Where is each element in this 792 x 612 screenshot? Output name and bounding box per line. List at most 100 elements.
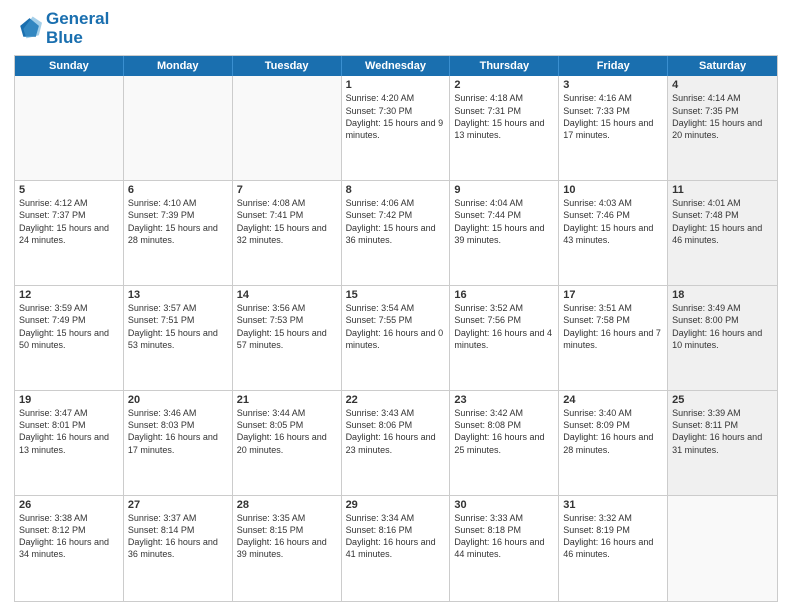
cell-info: Sunrise: 4:06 AM Sunset: 7:42 PM Dayligh… — [346, 197, 446, 246]
cell-info: Sunrise: 3:33 AM Sunset: 8:18 PM Dayligh… — [454, 512, 554, 561]
calendar-cell: 5Sunrise: 4:12 AM Sunset: 7:37 PM Daylig… — [15, 181, 124, 285]
calendar-cell: 12Sunrise: 3:59 AM Sunset: 7:49 PM Dayli… — [15, 286, 124, 390]
cell-info: Sunrise: 4:04 AM Sunset: 7:44 PM Dayligh… — [454, 197, 554, 246]
day-number: 4 — [672, 79, 773, 91]
cell-info: Sunrise: 4:10 AM Sunset: 7:39 PM Dayligh… — [128, 197, 228, 246]
cell-info: Sunrise: 3:44 AM Sunset: 8:05 PM Dayligh… — [237, 407, 337, 456]
cell-info: Sunrise: 3:51 AM Sunset: 7:58 PM Dayligh… — [563, 302, 663, 351]
day-number: 7 — [237, 184, 337, 196]
day-number: 2 — [454, 79, 554, 91]
cell-info: Sunrise: 3:57 AM Sunset: 7:51 PM Dayligh… — [128, 302, 228, 351]
calendar-cell: 7Sunrise: 4:08 AM Sunset: 7:41 PM Daylig… — [233, 181, 342, 285]
calendar-cell: 30Sunrise: 3:33 AM Sunset: 8:18 PM Dayli… — [450, 496, 559, 601]
calendar-week: 19Sunrise: 3:47 AM Sunset: 8:01 PM Dayli… — [15, 391, 777, 496]
calendar-cell: 24Sunrise: 3:40 AM Sunset: 8:09 PM Dayli… — [559, 391, 668, 495]
calendar-cell — [233, 76, 342, 180]
cell-info: Sunrise: 4:16 AM Sunset: 7:33 PM Dayligh… — [563, 92, 663, 141]
calendar-cell: 25Sunrise: 3:39 AM Sunset: 8:11 PM Dayli… — [668, 391, 777, 495]
cell-info: Sunrise: 3:59 AM Sunset: 7:49 PM Dayligh… — [19, 302, 119, 351]
logo-icon — [14, 15, 42, 43]
calendar-cell — [668, 496, 777, 601]
calendar-cell: 26Sunrise: 3:38 AM Sunset: 8:12 PM Dayli… — [15, 496, 124, 601]
calendar-cell: 19Sunrise: 3:47 AM Sunset: 8:01 PM Dayli… — [15, 391, 124, 495]
calendar-cell: 6Sunrise: 4:10 AM Sunset: 7:39 PM Daylig… — [124, 181, 233, 285]
day-number: 25 — [672, 394, 773, 406]
day-number: 18 — [672, 289, 773, 301]
day-number: 19 — [19, 394, 119, 406]
calendar-cell: 20Sunrise: 3:46 AM Sunset: 8:03 PM Dayli… — [124, 391, 233, 495]
day-number: 10 — [563, 184, 663, 196]
day-number: 30 — [454, 499, 554, 511]
day-number: 16 — [454, 289, 554, 301]
day-number: 27 — [128, 499, 228, 511]
cell-info: Sunrise: 3:34 AM Sunset: 8:16 PM Dayligh… — [346, 512, 446, 561]
day-number: 12 — [19, 289, 119, 301]
calendar-cell: 22Sunrise: 3:43 AM Sunset: 8:06 PM Dayli… — [342, 391, 451, 495]
calendar-cell: 3Sunrise: 4:16 AM Sunset: 7:33 PM Daylig… — [559, 76, 668, 180]
calendar-week: 5Sunrise: 4:12 AM Sunset: 7:37 PM Daylig… — [15, 181, 777, 286]
day-number: 14 — [237, 289, 337, 301]
weekday-header: Wednesday — [342, 56, 451, 76]
calendar-cell: 23Sunrise: 3:42 AM Sunset: 8:08 PM Dayli… — [450, 391, 559, 495]
cell-info: Sunrise: 3:35 AM Sunset: 8:15 PM Dayligh… — [237, 512, 337, 561]
day-number: 8 — [346, 184, 446, 196]
calendar-cell: 14Sunrise: 3:56 AM Sunset: 7:53 PM Dayli… — [233, 286, 342, 390]
cell-info: Sunrise: 3:43 AM Sunset: 8:06 PM Dayligh… — [346, 407, 446, 456]
day-number: 24 — [563, 394, 663, 406]
day-number: 9 — [454, 184, 554, 196]
day-number: 21 — [237, 394, 337, 406]
calendar-cell: 16Sunrise: 3:52 AM Sunset: 7:56 PM Dayli… — [450, 286, 559, 390]
logo-text: General Blue — [46, 10, 109, 47]
calendar: SundayMondayTuesdayWednesdayThursdayFrid… — [14, 55, 778, 602]
day-number: 17 — [563, 289, 663, 301]
calendar-cell: 31Sunrise: 3:32 AM Sunset: 8:19 PM Dayli… — [559, 496, 668, 601]
calendar-body: 1Sunrise: 4:20 AM Sunset: 7:30 PM Daylig… — [15, 76, 777, 601]
day-number: 22 — [346, 394, 446, 406]
calendar-cell: 4Sunrise: 4:14 AM Sunset: 7:35 PM Daylig… — [668, 76, 777, 180]
cell-info: Sunrise: 4:18 AM Sunset: 7:31 PM Dayligh… — [454, 92, 554, 141]
calendar-cell: 18Sunrise: 3:49 AM Sunset: 8:00 PM Dayli… — [668, 286, 777, 390]
cell-info: Sunrise: 3:46 AM Sunset: 8:03 PM Dayligh… — [128, 407, 228, 456]
calendar-cell: 29Sunrise: 3:34 AM Sunset: 8:16 PM Dayli… — [342, 496, 451, 601]
day-number: 1 — [346, 79, 446, 91]
calendar-cell: 10Sunrise: 4:03 AM Sunset: 7:46 PM Dayli… — [559, 181, 668, 285]
day-number: 20 — [128, 394, 228, 406]
day-number: 11 — [672, 184, 773, 196]
calendar-cell: 21Sunrise: 3:44 AM Sunset: 8:05 PM Dayli… — [233, 391, 342, 495]
weekday-header: Tuesday — [233, 56, 342, 76]
logo: General Blue — [14, 10, 109, 47]
day-number: 23 — [454, 394, 554, 406]
calendar-week: 1Sunrise: 4:20 AM Sunset: 7:30 PM Daylig… — [15, 76, 777, 181]
calendar-cell: 17Sunrise: 3:51 AM Sunset: 7:58 PM Dayli… — [559, 286, 668, 390]
weekday-header: Friday — [559, 56, 668, 76]
calendar-cell: 1Sunrise: 4:20 AM Sunset: 7:30 PM Daylig… — [342, 76, 451, 180]
calendar-cell — [124, 76, 233, 180]
calendar-cell: 15Sunrise: 3:54 AM Sunset: 7:55 PM Dayli… — [342, 286, 451, 390]
day-number: 13 — [128, 289, 228, 301]
cell-info: Sunrise: 4:03 AM Sunset: 7:46 PM Dayligh… — [563, 197, 663, 246]
cell-info: Sunrise: 3:42 AM Sunset: 8:08 PM Dayligh… — [454, 407, 554, 456]
header: General Blue — [14, 10, 778, 47]
day-number: 29 — [346, 499, 446, 511]
calendar-cell: 13Sunrise: 3:57 AM Sunset: 7:51 PM Dayli… — [124, 286, 233, 390]
calendar-cell: 28Sunrise: 3:35 AM Sunset: 8:15 PM Dayli… — [233, 496, 342, 601]
cell-info: Sunrise: 4:20 AM Sunset: 7:30 PM Dayligh… — [346, 92, 446, 141]
day-number: 31 — [563, 499, 663, 511]
day-number: 6 — [128, 184, 228, 196]
weekday-header: Monday — [124, 56, 233, 76]
calendar-week: 26Sunrise: 3:38 AM Sunset: 8:12 PM Dayli… — [15, 496, 777, 601]
cell-info: Sunrise: 3:49 AM Sunset: 8:00 PM Dayligh… — [672, 302, 773, 351]
weekday-header: Thursday — [450, 56, 559, 76]
weekday-header: Saturday — [668, 56, 777, 76]
calendar-week: 12Sunrise: 3:59 AM Sunset: 7:49 PM Dayli… — [15, 286, 777, 391]
cell-info: Sunrise: 3:56 AM Sunset: 7:53 PM Dayligh… — [237, 302, 337, 351]
cell-info: Sunrise: 3:32 AM Sunset: 8:19 PM Dayligh… — [563, 512, 663, 561]
calendar-cell: 2Sunrise: 4:18 AM Sunset: 7:31 PM Daylig… — [450, 76, 559, 180]
cell-info: Sunrise: 4:14 AM Sunset: 7:35 PM Dayligh… — [672, 92, 773, 141]
day-number: 5 — [19, 184, 119, 196]
calendar-cell: 9Sunrise: 4:04 AM Sunset: 7:44 PM Daylig… — [450, 181, 559, 285]
cell-info: Sunrise: 3:38 AM Sunset: 8:12 PM Dayligh… — [19, 512, 119, 561]
day-number: 28 — [237, 499, 337, 511]
cell-info: Sunrise: 4:01 AM Sunset: 7:48 PM Dayligh… — [672, 197, 773, 246]
cell-info: Sunrise: 3:47 AM Sunset: 8:01 PM Dayligh… — [19, 407, 119, 456]
